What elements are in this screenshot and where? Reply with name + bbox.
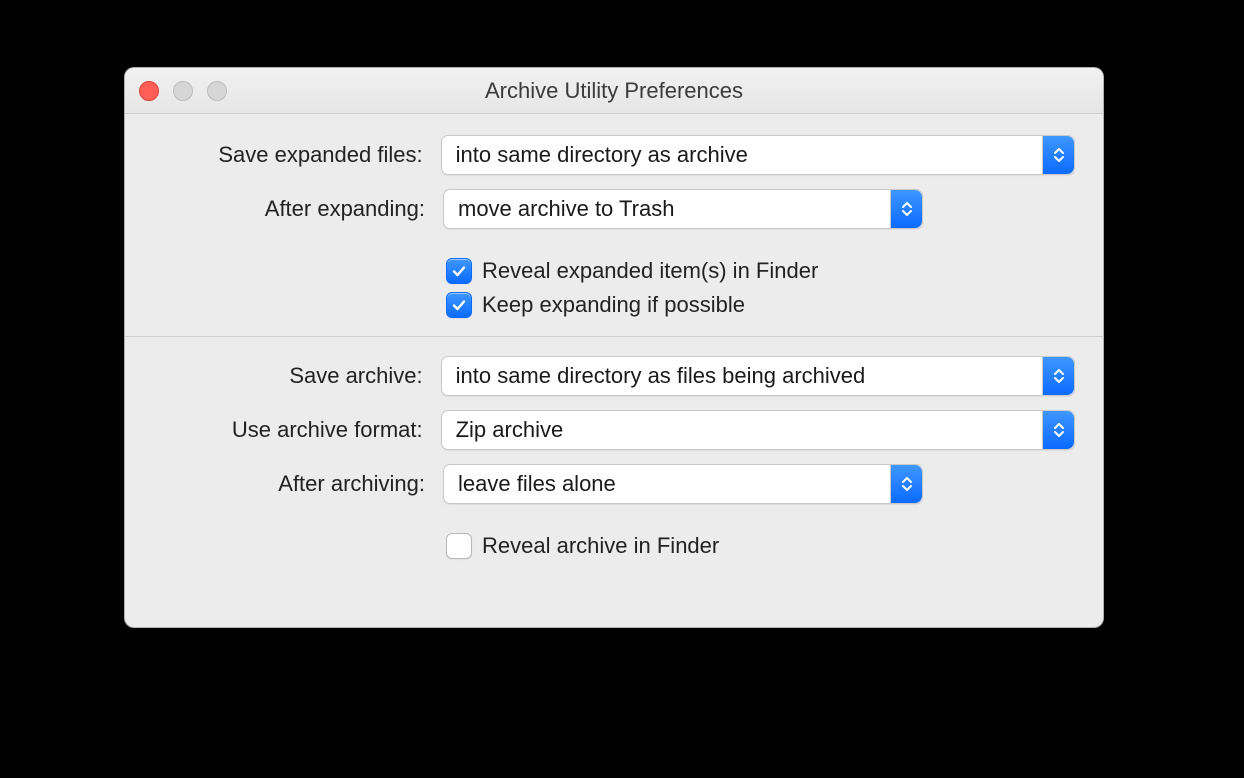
- popup-value: into same directory as files being archi…: [442, 363, 1042, 389]
- popup-save-expanded[interactable]: into same directory as archive: [441, 135, 1075, 175]
- content: Save expanded files: into same directory…: [125, 114, 1103, 563]
- row-keep-expanding: Keep expanding if possible: [446, 288, 1103, 322]
- checkbox-keep-expanding[interactable]: [446, 292, 472, 318]
- row-archive-format: Use archive format: Zip archive: [125, 403, 1103, 457]
- row-after-expanding: After expanding: move archive to Trash: [125, 182, 1103, 236]
- checkbox-reveal-archive[interactable]: [446, 533, 472, 559]
- label-reveal-archive: Reveal archive in Finder: [482, 533, 719, 559]
- label-archive-format: Use archive format:: [153, 417, 423, 443]
- label-save-expanded: Save expanded files:: [153, 142, 423, 168]
- close-icon[interactable]: [139, 81, 159, 101]
- preferences-window: Archive Utility Preferences Save expande…: [124, 67, 1104, 628]
- chevron-updown-icon: [890, 190, 922, 228]
- popup-after-archiving[interactable]: leave files alone: [443, 464, 923, 504]
- label-after-archiving: After archiving:: [153, 471, 425, 497]
- popup-archive-format[interactable]: Zip archive: [441, 410, 1075, 450]
- row-save-archive: Save archive: into same directory as fil…: [125, 349, 1103, 403]
- row-after-archiving: After archiving: leave files alone: [125, 457, 1103, 511]
- popup-after-expanding[interactable]: move archive to Trash: [443, 189, 923, 229]
- row-reveal-archive: Reveal archive in Finder: [446, 529, 1103, 563]
- maximize-icon: [207, 81, 227, 101]
- section-divider: [125, 336, 1103, 337]
- titlebar: Archive Utility Preferences: [125, 68, 1103, 114]
- row-reveal-expanded: Reveal expanded item(s) in Finder: [446, 254, 1103, 288]
- popup-value: leave files alone: [444, 471, 890, 497]
- window-title: Archive Utility Preferences: [125, 78, 1103, 104]
- popup-save-archive[interactable]: into same directory as files being archi…: [441, 356, 1075, 396]
- label-save-archive: Save archive:: [153, 363, 423, 389]
- window-controls: [139, 81, 227, 101]
- chevron-updown-icon: [890, 465, 922, 503]
- popup-value: Zip archive: [442, 417, 1042, 443]
- label-after-expanding: After expanding:: [153, 196, 425, 222]
- chevron-updown-icon: [1042, 357, 1074, 395]
- chevron-updown-icon: [1042, 136, 1074, 174]
- minimize-icon: [173, 81, 193, 101]
- popup-value: move archive to Trash: [444, 196, 890, 222]
- popup-value: into same directory as archive: [442, 142, 1042, 168]
- checkbox-reveal-expanded[interactable]: [446, 258, 472, 284]
- chevron-updown-icon: [1042, 411, 1074, 449]
- label-keep-expanding: Keep expanding if possible: [482, 292, 745, 318]
- label-reveal-expanded: Reveal expanded item(s) in Finder: [482, 258, 818, 284]
- row-save-expanded: Save expanded files: into same directory…: [125, 128, 1103, 182]
